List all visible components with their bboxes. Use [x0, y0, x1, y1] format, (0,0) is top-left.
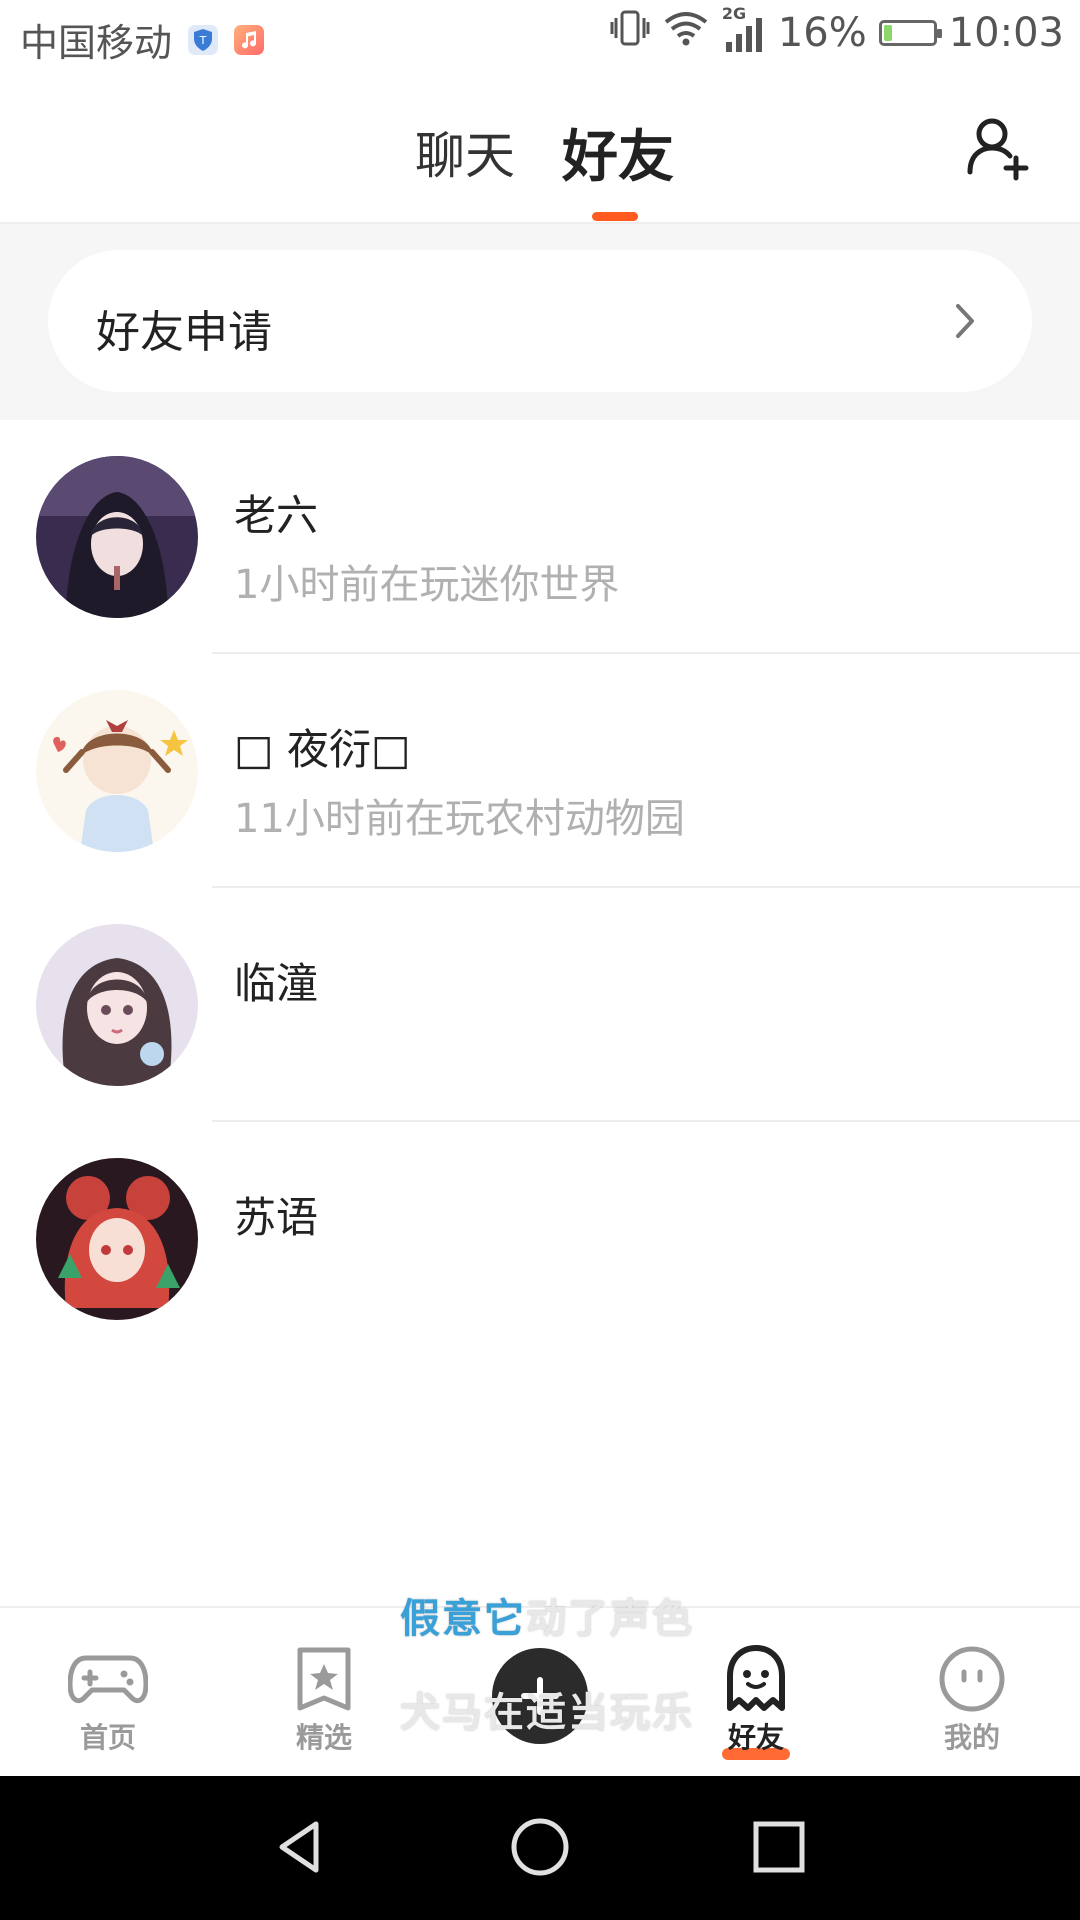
lyric-line-2: 犬马在适当玩乐 [400, 1690, 694, 1736]
nav-label: 首页 [79, 1721, 136, 1754]
nav-home[interactable]: 首页 [48, 1644, 168, 1756]
recents-icon[interactable] [746, 1814, 812, 1880]
svg-text:T: T [199, 34, 207, 47]
signal-icon: 2G [722, 4, 766, 54]
ghost-icon [716, 1644, 796, 1714]
lyric-rest: 动了声色 [526, 1596, 694, 1642]
wifi-icon [662, 10, 710, 56]
home-icon[interactable] [507, 1814, 573, 1880]
friend-status: 1小时前在玩迷你世界 [234, 562, 620, 608]
status-bar: 中国移动 T 2G 16% 10:03 [0, 0, 1080, 76]
active-tab-indicator [592, 212, 638, 221]
header: 聊天 好友 [0, 76, 1080, 224]
nav-label: 精选 [295, 1721, 352, 1754]
friend-name: □ 夜衍□ [234, 725, 411, 774]
carrier-name: 中国移动 [20, 21, 173, 65]
lyric-line-1: 假意它动了声色 [400, 1586, 694, 1644]
nav-featured[interactable]: 精选 [264, 1644, 384, 1756]
face-icon [932, 1644, 1012, 1714]
friend-list: 老六 1小时前在玩迷你世界 □ 夜衍□ 11小时前在玩农村动物园 临潼 苏语 [0, 420, 1080, 1356]
nav-label: 我的 [943, 1721, 1000, 1754]
nav-me[interactable]: 我的 [912, 1644, 1032, 1756]
nav-friends[interactable]: 好友 [696, 1644, 816, 1760]
battery-percent: 16% [777, 10, 867, 56]
battery-level [883, 25, 892, 41]
avatar[interactable] [36, 924, 198, 1086]
gamepad-icon [67, 1644, 149, 1714]
avatar[interactable] [36, 1158, 198, 1320]
back-icon[interactable] [268, 1814, 334, 1880]
friend-name: 临潼 [234, 959, 319, 1008]
clock: 10:03 [948, 10, 1064, 56]
tab-friends[interactable]: 好友 [562, 112, 674, 193]
friend-name: 苏语 [234, 1193, 319, 1242]
friend-row[interactable]: 临潼 [0, 888, 1080, 1122]
system-nav-bar [0, 1776, 1080, 1920]
avatar[interactable] [36, 456, 198, 618]
vibrate-icon [610, 10, 650, 56]
friend-request-section: 好友申请 [0, 224, 1080, 420]
star-card-icon [284, 1644, 364, 1714]
friend-row[interactable]: □ 夜衍□ 11小时前在玩农村动物园 [0, 654, 1080, 888]
shield-app-icon: T [188, 24, 219, 55]
battery-icon [878, 20, 942, 46]
add-user-icon[interactable] [964, 114, 1032, 182]
friend-name: 老六 [234, 491, 319, 540]
music-app-icon [234, 24, 265, 55]
lyric-highlight: 假意它 [400, 1596, 526, 1642]
status-left: 中国移动 T [20, 12, 265, 67]
avatar[interactable] [36, 690, 198, 852]
friend-row[interactable]: 苏语 [0, 1122, 1080, 1356]
status-right: 2G 16% 10:03 [610, 4, 1064, 56]
tab-chat[interactable]: 聊天 [415, 116, 515, 188]
chevron-right-icon [952, 300, 980, 342]
friend-request-button[interactable]: 好友申请 [48, 250, 1032, 392]
friend-row[interactable]: 老六 1小时前在玩迷你世界 [0, 420, 1080, 654]
nav-label: 好友 [727, 1721, 784, 1754]
friend-status: 11小时前在玩农村动物园 [234, 796, 685, 842]
friend-request-label: 好友申请 [96, 307, 272, 358]
